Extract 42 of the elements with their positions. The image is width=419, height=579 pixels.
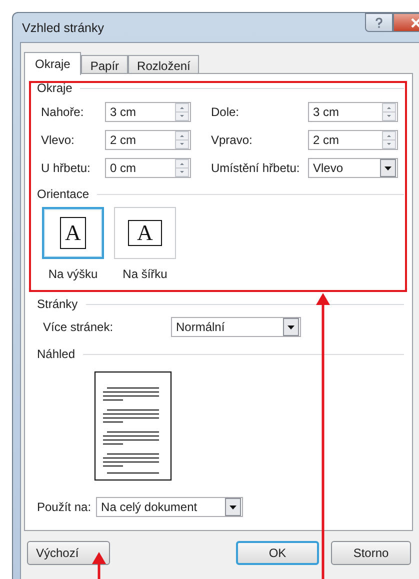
orientation-label: Na šířku bbox=[122, 267, 168, 281]
field-label: Dole: bbox=[211, 105, 240, 119]
orientation-button[interactable]: A bbox=[114, 207, 176, 259]
tab[interactable]: Okraje bbox=[24, 52, 82, 75]
window-title: Vzhled stránky bbox=[22, 21, 104, 35]
spin-field[interactable]: 3 cm bbox=[105, 102, 191, 122]
field-label: Vlevo: bbox=[41, 133, 76, 147]
tab[interactable]: Rozložení bbox=[128, 55, 200, 75]
field-label: Umístění hřbetu: bbox=[211, 161, 301, 175]
spinner-icon bbox=[175, 131, 189, 149]
help-button[interactable] bbox=[365, 13, 393, 32]
tab[interactable]: Papír bbox=[81, 55, 128, 75]
field-label: Nahoře: bbox=[41, 105, 85, 119]
dropdown[interactable]: Normální bbox=[171, 317, 301, 337]
dropdown[interactable]: Na celý dokument bbox=[96, 497, 244, 517]
spin-field[interactable]: 0 cm bbox=[105, 158, 191, 178]
group-title: Okraje bbox=[37, 81, 72, 95]
field-label: Vpravo: bbox=[211, 133, 254, 147]
group-title: Orientace bbox=[37, 187, 90, 201]
page-icon: A bbox=[60, 217, 86, 249]
field-label: Použít na: bbox=[37, 500, 92, 514]
spinner-icon bbox=[175, 159, 189, 177]
spin-field[interactable]: 2 cm bbox=[105, 130, 191, 150]
page-icon: A bbox=[128, 220, 162, 246]
dialog-button[interactable]: Výchozí bbox=[27, 541, 110, 565]
dialog-button[interactable]: OK bbox=[236, 541, 319, 565]
spinner-icon bbox=[382, 131, 396, 149]
dialog-button[interactable]: Storno bbox=[331, 541, 411, 565]
arrow bbox=[92, 552, 106, 579]
spin-field[interactable]: 2 cm bbox=[308, 130, 398, 150]
spin-field[interactable]: 3 cm bbox=[308, 102, 398, 122]
spinner-icon bbox=[175, 103, 189, 121]
group-title: Stránky bbox=[37, 297, 78, 311]
field-label: U hřbetu: bbox=[41, 161, 92, 175]
group-title: Náhled bbox=[37, 347, 76, 361]
spinner-icon bbox=[382, 103, 396, 121]
orientation-label: Na výšku bbox=[48, 267, 98, 281]
field-label: Více stránek: bbox=[43, 320, 114, 334]
orientation-button[interactable]: A bbox=[42, 207, 104, 259]
dropdown[interactable]: Vlevo bbox=[308, 158, 398, 178]
close-icon bbox=[410, 18, 419, 28]
help-icon bbox=[373, 16, 385, 28]
